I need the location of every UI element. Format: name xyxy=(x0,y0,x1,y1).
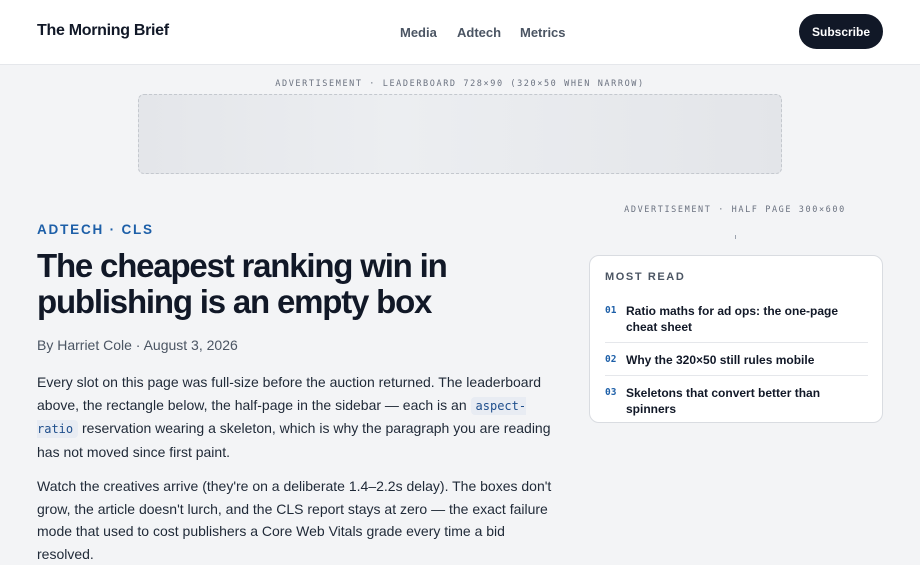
most-read-link[interactable]: Why the 320×50 still rules mobile xyxy=(626,352,870,368)
ad-slot-marker xyxy=(735,235,736,239)
leaderboard-ad-slot xyxy=(138,94,782,174)
most-read-link[interactable]: Skeletons that convert better than spinn… xyxy=(626,385,870,417)
article-kicker[interactable]: ADTECH · CLS xyxy=(37,222,154,237)
most-read-link[interactable]: Ratio maths for ad ops: the one-page che… xyxy=(626,303,870,335)
most-read-title: MOST READ xyxy=(605,271,686,283)
most-read-number: 02 xyxy=(605,354,617,365)
most-read-card: MOST READ 01 Ratio maths for ad ops: the… xyxy=(589,255,883,423)
paragraph-text: reservation wearing a skeleton, which is… xyxy=(37,420,551,460)
most-read-item[interactable]: 03 Skeletons that convert better than sp… xyxy=(605,385,869,416)
most-read-item[interactable]: 01 Ratio maths for ad ops: the one-page … xyxy=(605,303,869,337)
divider xyxy=(605,342,868,343)
nav-link-metrics[interactable]: Metrics xyxy=(520,25,566,40)
site-logo[interactable]: The Morning Brief xyxy=(37,22,169,40)
article-paragraph-2: Watch the creatives arrive (they're on a… xyxy=(37,478,552,562)
site-header: The Morning Brief Media Adtech Metrics S… xyxy=(0,0,920,65)
most-read-item[interactable]: 02 Why the 320×50 still rules mobile xyxy=(605,352,869,370)
article-byline: By Harriet Cole · August 3, 2026 xyxy=(37,337,238,353)
half-page-ad-label: ADVERTISEMENT · HALF PAGE 300×600 xyxy=(624,205,846,215)
most-read-number: 01 xyxy=(605,305,617,316)
article-headline: The cheapest ranking win in publishing i… xyxy=(37,247,448,320)
most-read-number: 03 xyxy=(605,387,617,398)
leaderboard-ad-label: ADVERTISEMENT · LEADERBOARD 728×90 (320×… xyxy=(275,79,645,89)
paragraph-text: Every slot on this page was full-size be… xyxy=(37,374,542,413)
divider xyxy=(605,375,868,376)
article-paragraph-1: Every slot on this page was full-size be… xyxy=(37,371,557,463)
subscribe-button[interactable]: Subscribe xyxy=(799,14,883,49)
nav-link-media[interactable]: Media xyxy=(400,25,437,40)
nav-link-adtech[interactable]: Adtech xyxy=(457,25,501,40)
